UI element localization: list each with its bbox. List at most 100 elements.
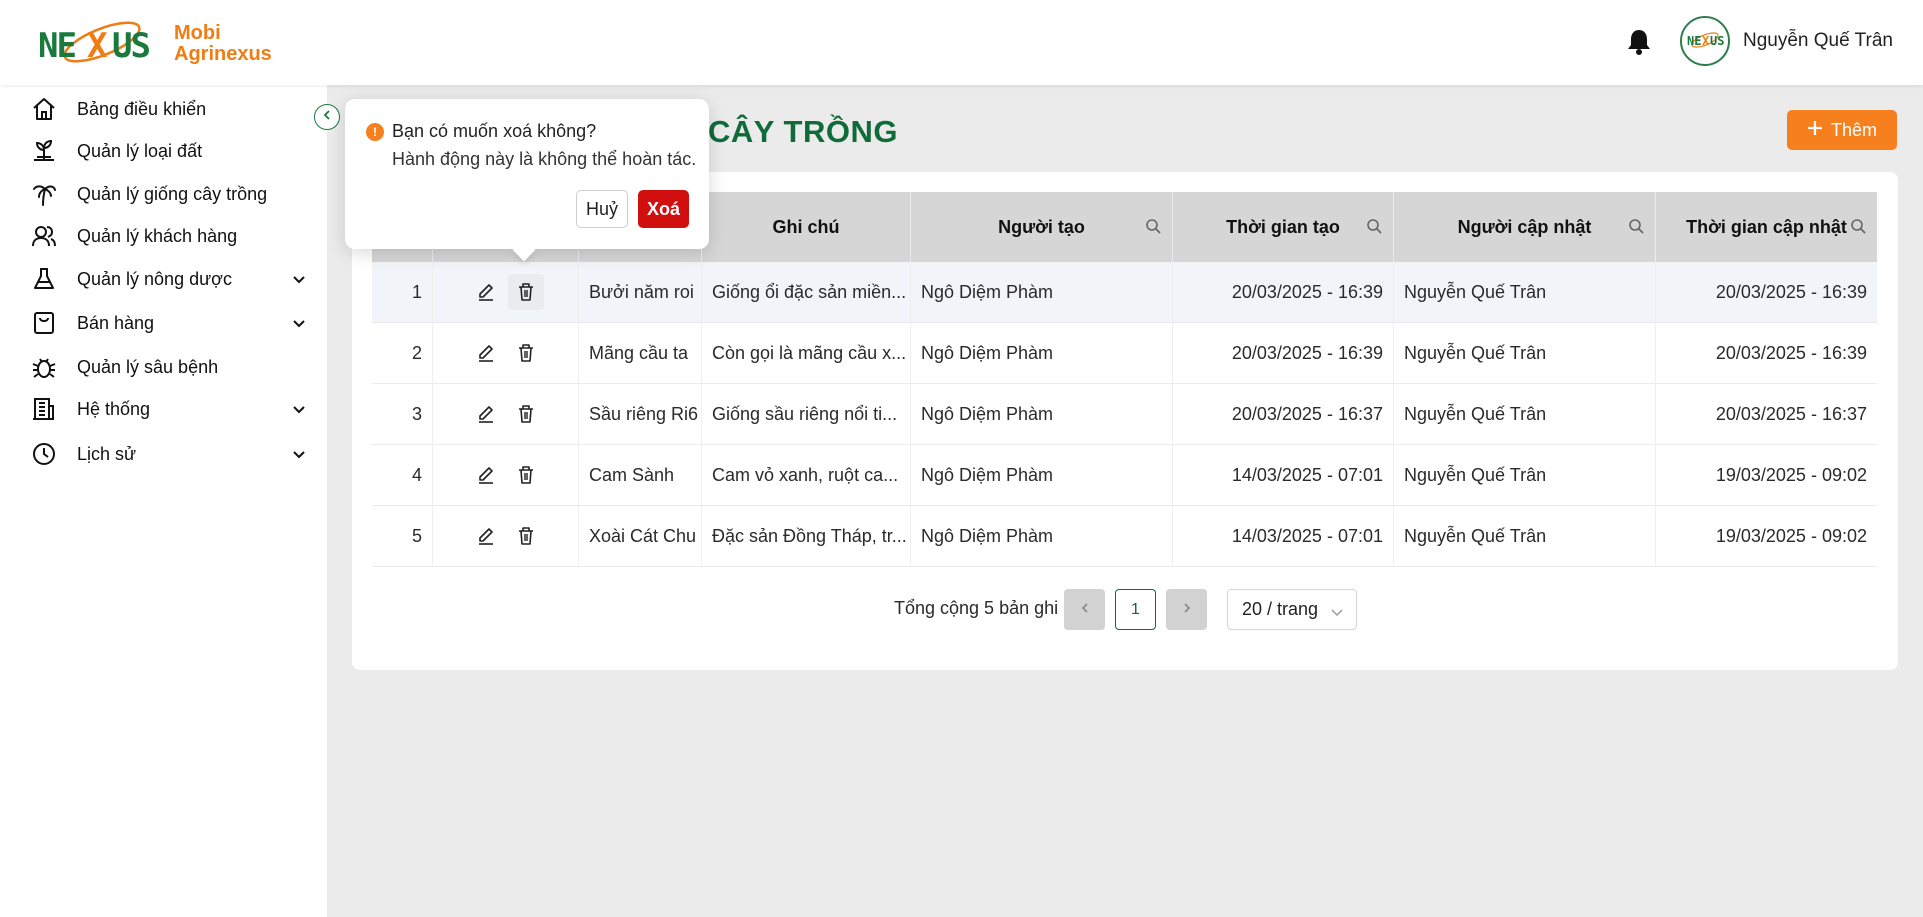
sidebar-item-history[interactable]: Lịch sử: [30, 436, 315, 472]
building-icon: [30, 395, 58, 423]
sidebar-item-customers[interactable]: Quản lý khách hàng: [30, 218, 315, 254]
sidebar-collapse-button[interactable]: [314, 104, 340, 130]
cell-updated-at: 20/03/2025 - 16:37: [1715, 404, 1867, 424]
shopping-bag-icon: [30, 309, 58, 337]
svg-text:X: X: [1702, 34, 1710, 48]
cell-name: Bưởi năm roi: [579, 262, 702, 323]
edit-icon[interactable]: [475, 342, 497, 364]
cancel-button[interactable]: Huỷ: [576, 190, 628, 228]
delete-icon[interactable]: [515, 525, 537, 547]
pagination-next-button[interactable]: [1166, 589, 1207, 630]
table-row[interactable]: 1 Bưởi năm roi Giống ổi đặc sản miền... Ngô…: [372, 262, 1877, 323]
notification-bell-icon[interactable]: [1626, 28, 1652, 56]
sidebar-item-label: Hệ thống: [77, 398, 151, 419]
delete-icon[interactable]: [515, 403, 537, 425]
cell-name: Xoài Cát Chu: [579, 506, 702, 567]
sidebar-item-soil-types[interactable]: Quản lý loại đất: [30, 133, 315, 169]
cell-note: Giống ổi đặc sản miền...: [702, 262, 911, 323]
delete-icon[interactable]: [508, 274, 544, 310]
clock-icon: [30, 440, 58, 468]
chevron-down-icon: [291, 315, 307, 331]
flask-icon: [30, 265, 58, 293]
cell-updater: Nguyễn Quế Trân: [1394, 384, 1656, 445]
sidebar-item-dashboard[interactable]: Bảng điều khiển: [30, 91, 315, 127]
cell-note: Cam vỏ xanh, ruột ca...: [702, 445, 911, 506]
cell-updater: Nguyễn Quế Trân: [1394, 262, 1656, 323]
cell-name: Mãng cầu ta: [579, 323, 702, 384]
edit-icon[interactable]: [475, 403, 497, 425]
table-row[interactable]: 2 Mãng cầu ta Còn gọi là mãng cầu x... Ngô …: [372, 323, 1877, 384]
popover-title: Bạn có muốn xoá không?: [392, 121, 597, 141]
edit-icon[interactable]: [475, 281, 497, 303]
users-icon: [30, 222, 58, 250]
cell-updater: Nguyễn Quế Trân: [1394, 323, 1656, 384]
column-header-label: Thời gian tạo: [1226, 216, 1340, 237]
column-header-created-at[interactable]: Thời gian tạo: [1173, 192, 1394, 262]
page-size-select[interactable]: 20 / trang: [1227, 589, 1357, 630]
edit-icon[interactable]: [475, 464, 497, 486]
sidebar-item-label: Quản lý loại đất: [77, 140, 203, 161]
chevron-down-icon: [291, 271, 307, 287]
search-icon[interactable]: [1145, 218, 1162, 235]
sidebar-item-crop-varieties[interactable]: Quản lý giống cây trồng: [30, 176, 315, 212]
table-row[interactable]: 5 Xoài Cát Chu Đặc sản Đồng Tháp, tr... Ngô…: [372, 506, 1877, 567]
cell-index: 3: [372, 384, 433, 445]
cell-created-at: 14/03/2025 - 07:01: [1173, 506, 1394, 567]
cell-created-at: 20/03/2025 - 16:37: [1173, 384, 1394, 445]
sidebar-item-sales[interactable]: Bán hàng: [30, 305, 315, 341]
sprout-icon: [30, 137, 58, 165]
cell-index: 1: [372, 262, 433, 323]
confirm-delete-button[interactable]: Xoá: [638, 190, 689, 228]
username[interactable]: Nguyễn Quế Trân: [1743, 30, 1893, 52]
column-header-creator[interactable]: Người tạo: [911, 192, 1173, 262]
cell-creator: Ngô Diệm Phàm: [911, 445, 1173, 506]
sidebar-item-pests[interactable]: Quản lý sâu bệnh: [30, 349, 315, 385]
cell-created-at: 14/03/2025 - 07:01: [1173, 445, 1394, 506]
pagination-page-1[interactable]: 1: [1115, 589, 1156, 630]
sidebar-item-label: Quản lý nông dược: [77, 268, 232, 289]
sidebar-item-agrochemicals[interactable]: Quản lý nông dược: [30, 261, 315, 297]
avatar[interactable]: NE X US: [1680, 16, 1730, 66]
pagination-prev-button[interactable]: [1064, 589, 1105, 630]
chevron-down-icon: [291, 401, 307, 417]
nexus-logo[interactable]: NE X US: [36, 14, 166, 72]
sidebar-item-label: Quản lý giống cây trồng: [77, 183, 268, 204]
cell-creator: Ngô Diệm Phàm: [911, 384, 1173, 445]
cell-note: Còn gọi là mãng cầu x...: [702, 323, 911, 384]
popover-description: Hành động này là không thể hoàn tác.: [392, 149, 697, 169]
search-icon[interactable]: [1366, 218, 1383, 235]
sidebar-item-label: Bảng điều khiển: [77, 98, 207, 119]
cell-name: Sầu riêng Ri6: [579, 384, 702, 445]
cell-name: Cam Sành: [579, 445, 702, 506]
edit-icon[interactable]: [475, 525, 497, 547]
table-row[interactable]: 3 Sầu riêng Ri6 Giống sầu riêng nổi ti... N…: [372, 384, 1877, 445]
column-header-updater[interactable]: Người cập nhật: [1394, 192, 1656, 262]
svg-text:US: US: [1710, 34, 1724, 48]
add-button-label: Thêm: [1830, 119, 1877, 140]
cell-updated-at: 19/03/2025 - 09:02: [1715, 526, 1867, 546]
sidebar-item-system[interactable]: Hệ thống: [30, 391, 315, 427]
cell-creator: Ngô Diệm Phàm: [911, 323, 1173, 384]
page-title: CÂY TRỒNG: [708, 114, 898, 149]
svg-text:NE: NE: [1687, 34, 1701, 48]
cell-created-at: 20/03/2025 - 16:39: [1173, 262, 1394, 323]
page-size-value: 20 / trang: [1242, 599, 1319, 619]
exclamation-icon: !: [366, 123, 384, 141]
delete-icon[interactable]: [515, 464, 537, 486]
row-actions: [433, 445, 579, 506]
delete-icon[interactable]: [515, 342, 537, 364]
search-icon[interactable]: [1628, 218, 1645, 235]
cell-index: 4: [372, 445, 433, 506]
plus-icon: [1807, 120, 1823, 141]
brand-line-1: Mobi: [174, 22, 221, 44]
column-header-updated-at[interactable]: Thời gian cập nhật: [1656, 192, 1877, 262]
add-button[interactable]: Thêm: [1787, 110, 1897, 150]
svg-text:NE: NE: [38, 26, 75, 66]
search-icon[interactable]: [1850, 218, 1867, 235]
cell-creator: Ngô Diệm Phàm: [911, 506, 1173, 567]
brand-line-2: Agrinexus: [174, 43, 272, 65]
cell-note: Giống sầu riêng nổi ti...: [702, 384, 911, 445]
sidebar-item-label: Quản lý sâu bệnh: [77, 356, 219, 377]
cell-index: 2: [372, 323, 433, 384]
table-row[interactable]: 4 Cam Sành Cam vỏ xanh, ruột ca... Ngô Diệm…: [372, 445, 1877, 506]
